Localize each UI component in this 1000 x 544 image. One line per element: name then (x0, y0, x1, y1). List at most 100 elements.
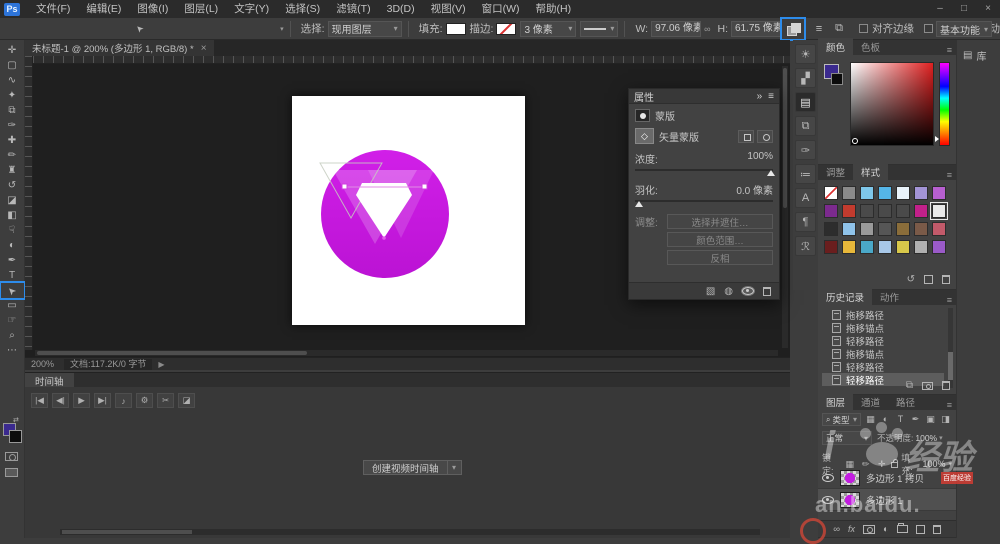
style-swatch[interactable] (842, 222, 856, 236)
panel-menu-icon[interactable]: ≡ (768, 91, 774, 102)
status-caret-icon[interactable]: ▶ (158, 360, 164, 369)
screen-mode-button[interactable] (5, 468, 18, 477)
gradient-tool[interactable]: ◧ (1, 208, 24, 223)
height-field[interactable]: 61.75 像素 (731, 21, 781, 37)
style-swatch[interactable] (914, 240, 928, 254)
menu-item[interactable]: 窗口(W) (474, 3, 528, 15)
group-icon[interactable] (897, 525, 908, 533)
filter-shape-icon[interactable]: ✒ (909, 414, 922, 425)
crop-tool[interactable]: ⧉ (1, 103, 24, 118)
stroke-width-dropdown[interactable]: 3 像素 ▾ (520, 21, 576, 37)
lasso-tool[interactable]: ∿ (1, 73, 24, 88)
filter-type-icon[interactable]: T (894, 414, 907, 425)
density-slider[interactable] (635, 166, 773, 175)
stroke-type-dropdown[interactable]: ▾ (580, 21, 618, 37)
new-style-icon[interactable] (924, 275, 933, 284)
marquee-tool[interactable]: ▢ (1, 58, 24, 73)
menu-item[interactable]: 图像(I) (129, 3, 176, 15)
prev-frame-button[interactable]: ◀| (52, 393, 69, 408)
clone-source-icon[interactable]: ⧉ (795, 116, 816, 136)
menu-item[interactable]: 文字(Y) (226, 3, 277, 15)
layer-name[interactable]: 多边形 1 (866, 493, 902, 507)
zoom-tool[interactable]: ⌕ (1, 328, 24, 343)
style-swatch[interactable] (896, 186, 910, 200)
close-button[interactable]: × (976, 0, 1000, 18)
clone-stamp-tool[interactable]: ♜ (1, 163, 24, 178)
select-and-mask-button[interactable]: 选择并遮住… (667, 214, 773, 229)
properties-icon[interactable]: ▤ (795, 92, 816, 112)
brush-settings-icon[interactable]: ✑ (795, 140, 816, 160)
path-arrangement-button[interactable]: ⧉ (829, 20, 849, 38)
minimize-button[interactable]: – (928, 0, 952, 18)
document-tab[interactable]: 未标题-1 @ 200% (多边形 1, RGB/8) * × (25, 40, 214, 56)
path-operations-button[interactable] (783, 20, 803, 38)
feather-value[interactable]: 0.0 像素 (736, 182, 773, 197)
horizontal-scrollbar[interactable] (35, 350, 778, 356)
add-vector-mask-button[interactable] (757, 130, 773, 143)
history-state-row[interactable]: 拖移锚点 (822, 347, 944, 360)
histogram-icon[interactable]: ▞ (795, 68, 816, 88)
tool-preset-icon[interactable]: ➤ (131, 21, 149, 36)
adjustment-layer-icon[interactable]: ◐ (883, 524, 889, 535)
move-tool[interactable]: ✛ (1, 43, 24, 58)
style-swatch[interactable] (932, 222, 946, 236)
eyedropper-tool[interactable]: ✑ (1, 118, 24, 133)
close-tab-icon[interactable]: × (201, 43, 207, 54)
background-color-swatch[interactable] (9, 430, 22, 443)
path-anchor[interactable] (382, 236, 386, 240)
path-selection-tool[interactable]: ➤ (1, 283, 24, 298)
style-swatch[interactable] (878, 222, 892, 236)
style-swatch[interactable] (860, 186, 874, 200)
snapshot-icon[interactable] (922, 382, 933, 390)
add-mask-icon[interactable] (863, 525, 875, 534)
style-swatch[interactable] (896, 222, 910, 236)
brush-presets-icon[interactable]: ≔ (795, 164, 816, 184)
history-state-row[interactable]: 拖移路径 (822, 308, 944, 321)
tab-styles[interactable]: 样式 (853, 163, 888, 180)
density-value[interactable]: 100% (747, 151, 773, 166)
invert-button[interactable]: 反相 (667, 250, 773, 265)
menu-item[interactable]: 帮助(H) (528, 3, 580, 15)
mask-visibility-icon[interactable] (742, 287, 754, 295)
shape-tool[interactable]: ▭ (1, 298, 24, 313)
chevron-down-icon[interactable]: ▾ (448, 460, 462, 475)
style-swatch[interactable] (896, 240, 910, 254)
panel-menu-icon[interactable]: ≡ (943, 295, 956, 305)
path-anchor[interactable] (342, 184, 347, 189)
paragraph-icon[interactable]: ¶ (795, 212, 816, 232)
libraries-button[interactable]: ▤ 库 (957, 40, 1000, 71)
delete-mask-icon[interactable] (763, 287, 771, 296)
tab-channels[interactable]: 通道 (853, 393, 888, 410)
style-swatch[interactable] (914, 222, 928, 236)
panel-menu-icon[interactable]: ≡ (943, 170, 956, 180)
eraser-tool[interactable]: ◪ (1, 193, 24, 208)
audio-button[interactable]: ♪ (115, 393, 132, 408)
brush-tool[interactable]: ✏ (1, 148, 24, 163)
menu-item[interactable]: 图层(L) (176, 3, 226, 15)
layer-filter-dropdown[interactable]: ⌕ 类型 ▾ (822, 413, 861, 426)
history-scrollbar[interactable] (948, 308, 953, 388)
transition-button[interactable]: ◪ (178, 393, 195, 408)
opacity-value[interactable]: 100% (915, 433, 937, 443)
type-tool[interactable]: T (1, 268, 24, 283)
smudge-tool[interactable]: ☟ (1, 223, 24, 238)
quick-selection-tool[interactable]: ✦ (1, 88, 24, 103)
layer-thumbnail[interactable] (840, 470, 860, 486)
style-swatch[interactable] (824, 222, 838, 236)
play-button[interactable]: ▶ (73, 393, 90, 408)
saturation-brightness-field[interactable] (850, 62, 934, 146)
style-swatch[interactable] (824, 240, 838, 254)
style-swatch[interactable] (860, 222, 874, 236)
blend-mode-dropdown[interactable]: 正常 ▾ (822, 431, 872, 445)
quick-mask-button[interactable] (5, 452, 18, 461)
stroke-swatch[interactable] (496, 23, 516, 35)
maximize-button[interactable]: □ (952, 0, 976, 18)
panel-menu-icon[interactable]: ≡ (943, 45, 956, 55)
edit-toolbar[interactable]: ⋯ (1, 343, 24, 358)
healing-brush-tool[interactable]: ✚ (1, 133, 24, 148)
panel-menu-icon[interactable]: ≡ (943, 400, 956, 410)
delete-state-icon[interactable] (942, 381, 950, 390)
layer-visibility-icon[interactable] (822, 496, 834, 504)
style-swatch[interactable] (860, 204, 874, 218)
workspace-dropdown[interactable]: 基本功能 ▾ (936, 21, 992, 37)
